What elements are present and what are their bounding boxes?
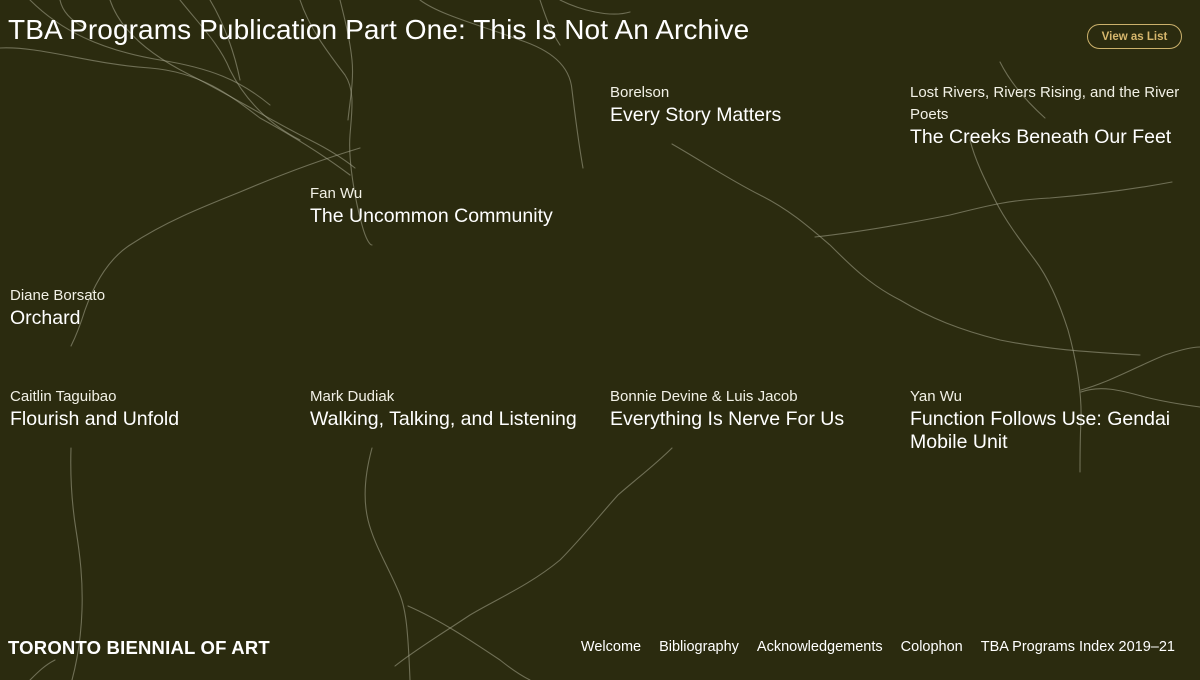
entry-title: Orchard <box>10 307 81 329</box>
entry-title: Walking, Talking, and Listening <box>310 408 577 430</box>
entry-artist: Borelson <box>610 84 670 101</box>
entry-title: The Creeks Beneath Our Feet <box>910 126 1172 148</box>
entry-caitlin-taguibao[interactable]: Caitlin Taguibao Flourish and Unfold <box>10 386 290 431</box>
page-root: TBA Programs Publication Part One: This … <box>0 0 1200 680</box>
entry-artist: Caitlin Taguibao <box>10 388 117 405</box>
entry-title: The Uncommon Community <box>310 205 553 227</box>
view-as-list-button[interactable]: View as List <box>1087 24 1182 49</box>
entry-fan-wu[interactable]: Fan Wu The Uncommon Community <box>310 183 590 228</box>
footer-link-bibliography[interactable]: Bibliography <box>659 639 739 655</box>
footer-nav: Welcome Bibliography Acknowledgements Co… <box>581 639 1175 655</box>
entry-borelson[interactable]: Borelson Every Story Matters <box>610 82 890 127</box>
entry-title: Everything Is Nerve For Us <box>610 408 845 430</box>
footer-link-programs-index[interactable]: TBA Programs Index 2019–21 <box>981 639 1175 655</box>
entry-artist: Diane Borsato <box>10 287 106 304</box>
entry-mark-dudiak[interactable]: Mark Dudiak Walking, Talking, and Listen… <box>310 386 595 431</box>
entry-lost-rivers[interactable]: Lost Rivers, Rivers Rising, and the Rive… <box>910 82 1190 149</box>
footer-link-colophon[interactable]: Colophon <box>901 639 963 655</box>
entry-artist: Fan Wu <box>310 185 363 202</box>
entry-diane-borsato[interactable]: Diane Borsato Orchard <box>10 285 290 330</box>
entry-artist: Lost Rivers, Rivers Rising, and the Rive… <box>910 84 1180 123</box>
entry-yan-wu[interactable]: Yan Wu Function Follows Use: Gendai Mobi… <box>910 386 1185 454</box>
footer-link-acknowledgements[interactable]: Acknowledgements <box>757 639 883 655</box>
entry-artist: Mark Dudiak <box>310 388 395 405</box>
entry-title: Function Follows Use: Gendai Mobile Unit <box>910 408 1171 453</box>
footer-link-welcome[interactable]: Welcome <box>581 639 641 655</box>
entry-title: Every Story Matters <box>610 104 782 126</box>
toronto-biennial-logo[interactable]: TORONTO BIENNIAL OF ART <box>8 637 270 659</box>
entry-bonnie-devine-luis-jacob[interactable]: Bonnie Devine & Luis Jacob Everything Is… <box>610 386 895 431</box>
entry-title: Flourish and Unfold <box>10 408 180 430</box>
page-title: TBA Programs Publication Part One: This … <box>8 14 750 45</box>
entry-artist: Bonnie Devine & Luis Jacob <box>610 388 798 405</box>
entry-artist: Yan Wu <box>910 388 962 405</box>
